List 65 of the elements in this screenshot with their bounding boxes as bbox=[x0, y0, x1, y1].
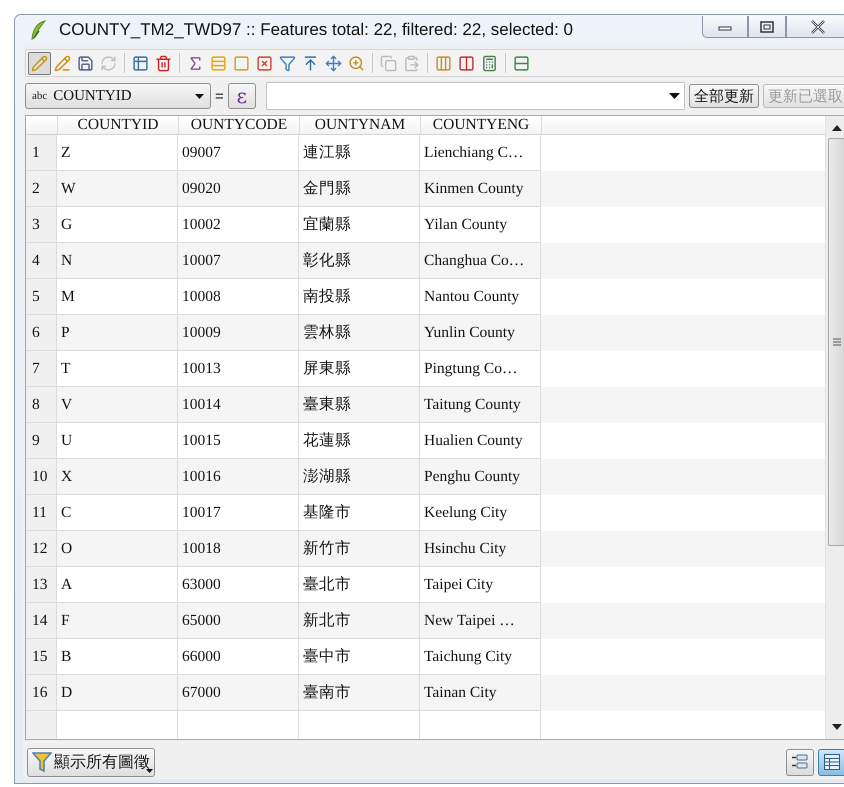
row-number[interactable]: 1 bbox=[26, 135, 57, 171]
operator-label: = bbox=[215, 88, 224, 104]
toolbar-button[interactable] bbox=[28, 52, 51, 74]
show-features-button[interactable]: 顯示所有圖徵 bbox=[27, 748, 155, 776]
expression-button[interactable]: ε bbox=[228, 83, 256, 109]
minimize-button[interactable] bbox=[702, 16, 748, 38]
funnel-icon bbox=[279, 54, 296, 72]
row-number[interactable]: 6 bbox=[26, 315, 57, 351]
scroll-up-icon[interactable] bbox=[832, 125, 842, 131]
caret-icon bbox=[195, 94, 204, 98]
columns-icon bbox=[435, 54, 452, 72]
rows-icon bbox=[513, 54, 530, 72]
move-icon bbox=[325, 54, 342, 72]
row-number[interactable]: 14 bbox=[26, 603, 57, 639]
row-number[interactable]: 4 bbox=[26, 243, 57, 279]
caret-icon bbox=[669, 93, 680, 99]
row-number[interactable]: 11 bbox=[26, 495, 57, 531]
row-number[interactable]: 2 bbox=[26, 171, 57, 207]
row-number[interactable]: 10 bbox=[26, 459, 57, 495]
row-number[interactable]: 12 bbox=[26, 531, 57, 567]
maximize-button[interactable] bbox=[748, 16, 786, 38]
table-view-icon bbox=[823, 753, 841, 771]
column-header[interactable]: COUNTYID bbox=[58, 116, 179, 134]
window-title: COUNTY_TM2_TWD97 :: Features total: 22, filtered: 22, selected: 0 bbox=[59, 20, 574, 40]
row-number[interactable]: 8 bbox=[26, 387, 57, 423]
close-icon bbox=[810, 20, 826, 34]
field-dropdown[interactable]: abc COUNTYID bbox=[25, 83, 211, 109]
save-icon bbox=[77, 54, 94, 72]
row-number[interactable]: 15 bbox=[26, 639, 57, 675]
close-button[interactable] bbox=[786, 16, 844, 38]
scroll-down-icon[interactable] bbox=[832, 724, 842, 730]
rows-icon bbox=[210, 54, 227, 72]
scrollbar[interactable] bbox=[825, 116, 844, 739]
trash-icon bbox=[155, 54, 172, 72]
square-icon bbox=[233, 54, 250, 72]
pencil-icon bbox=[31, 54, 48, 72]
calculator-icon bbox=[481, 54, 498, 72]
row-number[interactable]: 5 bbox=[26, 279, 57, 315]
row-number[interactable]: 7 bbox=[26, 351, 57, 387]
refresh-icon bbox=[100, 54, 117, 72]
paste-icon bbox=[403, 54, 420, 72]
caret-icon bbox=[146, 768, 153, 772]
column-header[interactable]: COUNTYENG bbox=[421, 116, 542, 134]
row-number[interactable]: 13 bbox=[26, 567, 57, 603]
square-x-icon bbox=[256, 54, 273, 72]
expression-field[interactable] bbox=[266, 82, 685, 110]
view-toggle-button[interactable] bbox=[818, 748, 844, 776]
view-toggle-button[interactable] bbox=[786, 748, 814, 776]
table-icon bbox=[132, 54, 149, 72]
columns-icon bbox=[458, 54, 475, 72]
row-number[interactable]: 16 bbox=[26, 675, 57, 711]
update-all-button[interactable]: 全部更新 bbox=[689, 84, 759, 108]
row-number[interactable]: 9 bbox=[26, 423, 57, 459]
pencil-lines-icon bbox=[54, 54, 71, 72]
scroll-thumb[interactable] bbox=[828, 138, 844, 546]
column-header[interactable]: OUNTYNAM bbox=[300, 116, 421, 134]
column-header[interactable]: OUNTYCODE bbox=[179, 116, 300, 134]
zoom-icon bbox=[348, 54, 365, 72]
maximize-icon bbox=[760, 20, 774, 32]
row-number[interactable]: 3 bbox=[26, 207, 57, 243]
pen-nib-icon bbox=[29, 18, 49, 40]
arrow-up-icon bbox=[302, 54, 319, 72]
form-view-icon bbox=[791, 753, 809, 771]
copy-icon bbox=[380, 54, 397, 72]
funnel-icon bbox=[32, 751, 52, 773]
